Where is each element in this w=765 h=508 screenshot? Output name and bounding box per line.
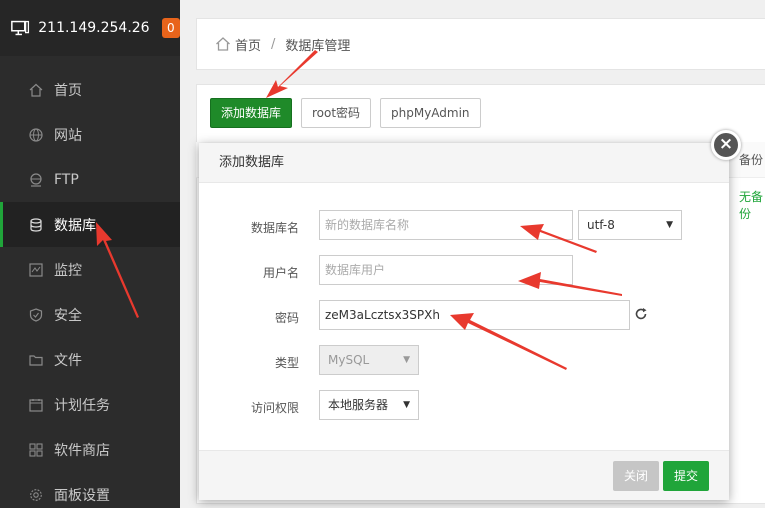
sidebar-item-label: 文件 — [54, 352, 82, 369]
sidebar-item-home[interactable]: 首页 — [0, 67, 180, 112]
sidebar-item-label: 软件商店 — [54, 442, 110, 459]
globe-icon — [28, 127, 44, 143]
sidebar-item-label: 面板设置 — [54, 487, 110, 504]
breadcrumb: 首页 / 数据库管理 — [196, 18, 765, 70]
add-database-button[interactable]: 添加数据库 — [210, 98, 293, 128]
sidebar-item-label: 计划任务 — [54, 397, 110, 414]
refresh-icon[interactable] — [634, 307, 648, 321]
password-label: 密码 — [274, 311, 299, 325]
charset-value: utf-8 — [587, 218, 615, 232]
close-button[interactable]: 关闭 — [613, 461, 660, 491]
sidebar-item-monitor[interactable]: 监控 — [0, 247, 180, 292]
sidebar-item-files[interactable]: 文件 — [0, 337, 180, 382]
phpmyadmin-button[interactable]: phpMyAdmin — [380, 98, 481, 128]
sidebar-item-label: FTP — [54, 171, 79, 188]
shield-icon — [28, 307, 44, 323]
sidebar-item-website[interactable]: 网站 — [0, 112, 180, 157]
home-icon — [28, 82, 44, 98]
access-select[interactable]: 本地服务器 ▼ — [319, 390, 419, 420]
sidebar-item-label: 网站 — [54, 127, 82, 144]
folder-icon — [28, 352, 44, 368]
sidebar-item-database[interactable]: 数据库 — [0, 202, 180, 247]
username-label: 用户名 — [262, 266, 299, 280]
sidebar-item-store[interactable]: 软件商店 — [0, 427, 180, 472]
sidebar-item-security[interactable]: 安全 — [0, 292, 180, 337]
database-icon — [28, 217, 44, 233]
username-input[interactable]: 数据库用户 — [319, 255, 573, 285]
sidebar-item-cron[interactable]: 计划任务 — [0, 382, 180, 427]
grid-icon — [28, 442, 44, 458]
notification-badge[interactable]: 0 — [161, 18, 180, 38]
gear-icon — [28, 487, 44, 503]
dialog-footer: 关闭 提交 — [199, 450, 729, 500]
db-name-label: 数据库名 — [250, 221, 299, 235]
sidebar-item-label: 首页 — [54, 82, 82, 99]
type-value: MySQL — [328, 353, 370, 367]
dialog-title: 添加数据库 — [199, 143, 729, 183]
monitor-icon — [28, 262, 44, 278]
submit-button[interactable]: 提交 — [663, 461, 710, 491]
charset-select[interactable]: utf-8 ▼ — [578, 210, 682, 240]
breadcrumb-separator: / — [271, 36, 276, 52]
sidebar-item-label: 安全 — [54, 307, 82, 324]
backup-column-header: 备份 — [739, 153, 764, 167]
home-icon[interactable] — [215, 36, 231, 52]
dialog-close-icon[interactable]: × — [711, 130, 741, 160]
calendar-icon — [28, 397, 44, 413]
db-name-input[interactable]: 新的数据库名称 — [319, 210, 573, 240]
access-value: 本地服务器 — [328, 398, 389, 412]
password-input[interactable]: zeM3aLcztsx3SPXh — [319, 300, 630, 330]
breadcrumb-home[interactable]: 首页 — [235, 35, 261, 54]
server-header[interactable]: 211.149.254.26 0 — [0, 0, 180, 56]
server-ip: 211.149.254.26 — [38, 20, 150, 36]
chevron-down-icon: ▼ — [403, 400, 410, 410]
sidebar: 211.149.254.26 0 首页 网站 FTP 数据库 监控 安全 文件 … — [0, 0, 180, 508]
backup-cell[interactable]: 无备份 — [739, 188, 765, 222]
breadcrumb-current: 数据库管理 — [285, 38, 351, 54]
chevron-down-icon: ▼ — [666, 220, 673, 230]
sidebar-item-label: 数据库 — [54, 217, 96, 234]
type-label: 类型 — [274, 356, 299, 370]
sidebar-item-settings[interactable]: 面板设置 — [0, 472, 180, 508]
chevron-down-icon: ▼ — [403, 355, 410, 365]
root-password-button[interactable]: root密码 — [301, 98, 372, 128]
sidebar-item-label: 监控 — [54, 262, 82, 279]
type-select: MySQL ▼ — [319, 345, 419, 375]
ftp-icon — [28, 172, 44, 188]
monitor-icon — [11, 20, 30, 36]
sidebar-item-ftp[interactable]: FTP — [0, 157, 180, 202]
access-label: 访问权限 — [250, 401, 299, 415]
